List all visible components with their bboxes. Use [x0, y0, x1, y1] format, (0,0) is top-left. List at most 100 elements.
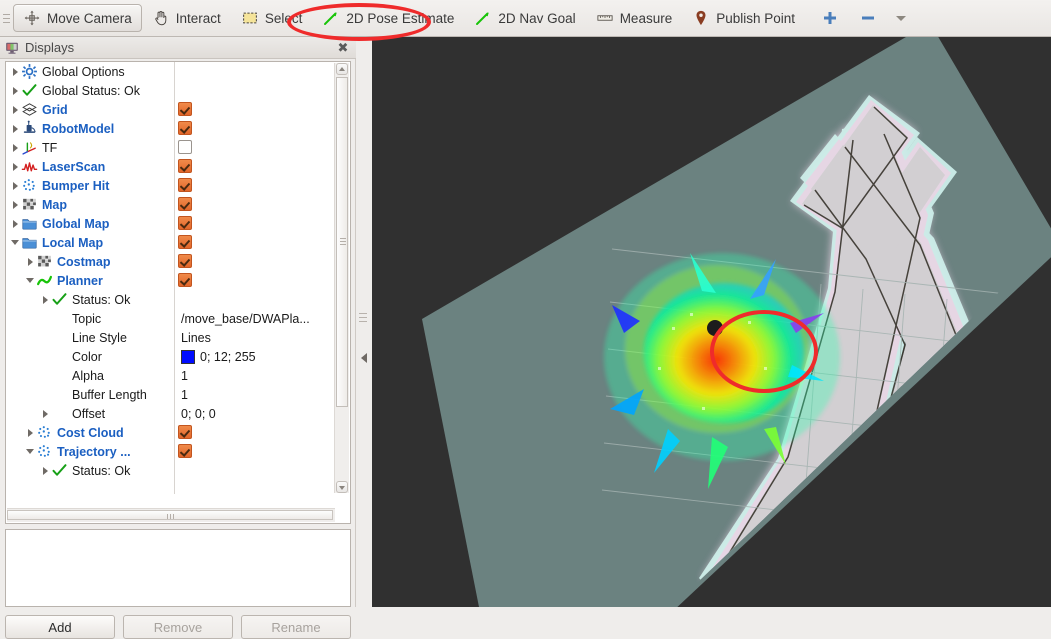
visibility-checkbox[interactable] — [178, 121, 192, 135]
visibility-checkbox[interactable] — [178, 197, 192, 211]
tree-row[interactable]: RobotModel — [6, 119, 336, 138]
expand-arrow-closed-icon[interactable] — [10, 195, 21, 214]
tree-row-value[interactable]: 0; 0; 0 — [181, 404, 216, 423]
panel-splitter[interactable] — [356, 37, 372, 607]
pointcloud-icon — [38, 426, 50, 438]
tree-row[interactable]: TF — [6, 138, 336, 157]
tree-row-value[interactable]: Lines — [181, 328, 211, 347]
expand-arrow-closed-icon[interactable] — [25, 423, 36, 442]
tree-row-label: TF — [42, 140, 58, 155]
viewport-scene — [372, 37, 1051, 607]
close-icon[interactable]: ✖ — [336, 41, 350, 55]
grid-icon — [22, 103, 37, 116]
plus-icon — [824, 12, 837, 24]
tree-row[interactable]: Alpha 1 — [6, 366, 336, 385]
tree-row[interactable]: Trajectory ... — [6, 442, 336, 461]
visibility-checkbox[interactable] — [178, 273, 192, 287]
tree-row-label: Trajectory ... — [57, 444, 131, 459]
tree-row[interactable]: Global Options — [6, 62, 336, 81]
displays-panel-header: Displays ✖ — [0, 37, 356, 59]
tree-vertical-scrollbar[interactable] — [334, 63, 349, 493]
tree-row-value[interactable]: /move_base/DWAPla... — [181, 309, 310, 328]
tree-row[interactable]: Bumper Hit — [6, 176, 336, 195]
tree-row[interactable]: Grid — [6, 100, 336, 119]
expand-arrow-closed-icon[interactable] — [10, 119, 21, 138]
green-arrow-icon — [324, 12, 337, 25]
visibility-checkbox[interactable] — [178, 444, 192, 458]
visibility-checkbox[interactable] — [178, 254, 192, 268]
tree-row-value[interactable]: 0; 12; 255 — [181, 347, 256, 366]
visibility-checkbox[interactable] — [178, 235, 192, 249]
tree-row[interactable]: LaserScan — [6, 157, 336, 176]
visibility-checkbox[interactable] — [178, 216, 192, 230]
tree-row-label: RobotModel — [42, 121, 115, 136]
tree-row[interactable]: Cost Cloud — [6, 423, 336, 442]
scroll-down-icon[interactable] — [336, 481, 348, 493]
tool-2d-pose-estimate[interactable]: 2D Pose Estimate — [312, 4, 464, 32]
tree-row[interactable]: Planner — [6, 271, 336, 290]
tree-row-value[interactable]: 1 — [181, 366, 188, 385]
tree-row[interactable]: Map — [6, 195, 336, 214]
tree-row[interactable]: Costmap — [6, 252, 336, 271]
expand-arrow-closed-icon[interactable] — [40, 290, 51, 309]
add-button[interactable]: Add — [5, 615, 115, 639]
remove-button[interactable]: Remove — [123, 615, 233, 639]
rviz-window: Move Camera Interact Select 2D Pose Esti… — [0, 0, 1051, 639]
expand-arrow-closed-icon[interactable] — [10, 157, 21, 176]
visibility-checkbox[interactable] — [178, 102, 192, 116]
tree-row[interactable]: Topic/move_base/DWAPla... — [6, 309, 336, 328]
expand-arrow-open-icon[interactable] — [25, 442, 36, 461]
tool-interact[interactable]: Interact — [142, 4, 231, 32]
expand-arrow-open-icon[interactable] — [10, 233, 21, 252]
tool-move-camera[interactable]: Move Camera — [13, 4, 142, 32]
tree-row[interactable]: Global Map — [6, 214, 336, 233]
tree-row[interactable]: Status: Ok — [6, 290, 336, 309]
tree-horizontal-scrollbar[interactable] — [7, 508, 335, 522]
visibility-checkbox[interactable] — [178, 425, 192, 439]
tree-row[interactable]: Status: Ok — [6, 461, 336, 480]
toolbar-drag-handle[interactable] — [2, 7, 11, 29]
tree-row[interactable]: Global Status: Ok — [6, 81, 336, 100]
render-viewport-3d[interactable] — [372, 37, 1051, 607]
tree-row-label: Alpha — [72, 368, 104, 383]
tree-row-value[interactable]: 1 — [181, 385, 188, 404]
expand-arrow-closed-icon[interactable] — [25, 252, 36, 271]
visibility-checkbox[interactable] — [178, 178, 192, 192]
tool-label: 2D Pose Estimate — [346, 10, 455, 26]
tree-row-label: Cost Cloud — [57, 425, 124, 440]
tool-2d-nav-goal[interactable]: 2D Nav Goal — [464, 4, 585, 32]
tool-publish-point[interactable]: Publish Point — [682, 4, 805, 32]
laserscan-icon — [21, 162, 38, 172]
rename-button[interactable]: Rename — [241, 615, 351, 639]
expand-arrow-open-icon[interactable] — [25, 271, 36, 290]
displays-tree[interactable]: Global Options Global Status: Ok Grid Robot… — [5, 61, 351, 524]
remove-tool-button[interactable] — [849, 4, 887, 32]
tool-measure[interactable]: Measure — [586, 4, 683, 32]
tree-row[interactable]: Offset 0; 0; 0 — [6, 404, 336, 423]
expand-arrow-closed-icon[interactable] — [10, 214, 21, 233]
tree-row[interactable]: Local Map — [6, 233, 336, 252]
tf-axes-icon — [22, 142, 36, 155]
expand-arrow-closed-icon[interactable] — [10, 176, 21, 195]
visibility-checkbox[interactable] — [178, 159, 192, 173]
tree-row[interactable]: Buffer Length 1 — [6, 385, 336, 404]
icon-placeholder — [51, 405, 68, 422]
splitter-grip[interactable] — [359, 313, 367, 322]
scroll-up-icon[interactable] — [336, 63, 348, 75]
collapse-panel-arrow-icon[interactable] — [361, 353, 367, 363]
expand-arrow-closed-icon[interactable] — [40, 404, 51, 423]
hand-icon — [155, 10, 167, 26]
expand-arrow-closed-icon[interactable] — [10, 62, 21, 81]
expand-arrow-closed-icon[interactable] — [40, 461, 51, 480]
hscroll-thumb[interactable] — [7, 510, 333, 520]
add-tool-button[interactable] — [811, 4, 849, 32]
tree-row[interactable]: Line Style Lines — [6, 328, 336, 347]
vscroll-thumb[interactable] — [336, 77, 348, 407]
tree-row[interactable]: Color 0; 12; 255 — [6, 347, 336, 366]
expand-arrow-closed-icon[interactable] — [10, 81, 21, 100]
chevron-down-icon[interactable] — [896, 15, 907, 21]
expand-arrow-closed-icon[interactable] — [10, 100, 21, 119]
visibility-checkbox[interactable] — [178, 140, 192, 154]
tool-select[interactable]: Select — [231, 4, 313, 32]
expand-arrow-closed-icon[interactable] — [10, 138, 21, 157]
